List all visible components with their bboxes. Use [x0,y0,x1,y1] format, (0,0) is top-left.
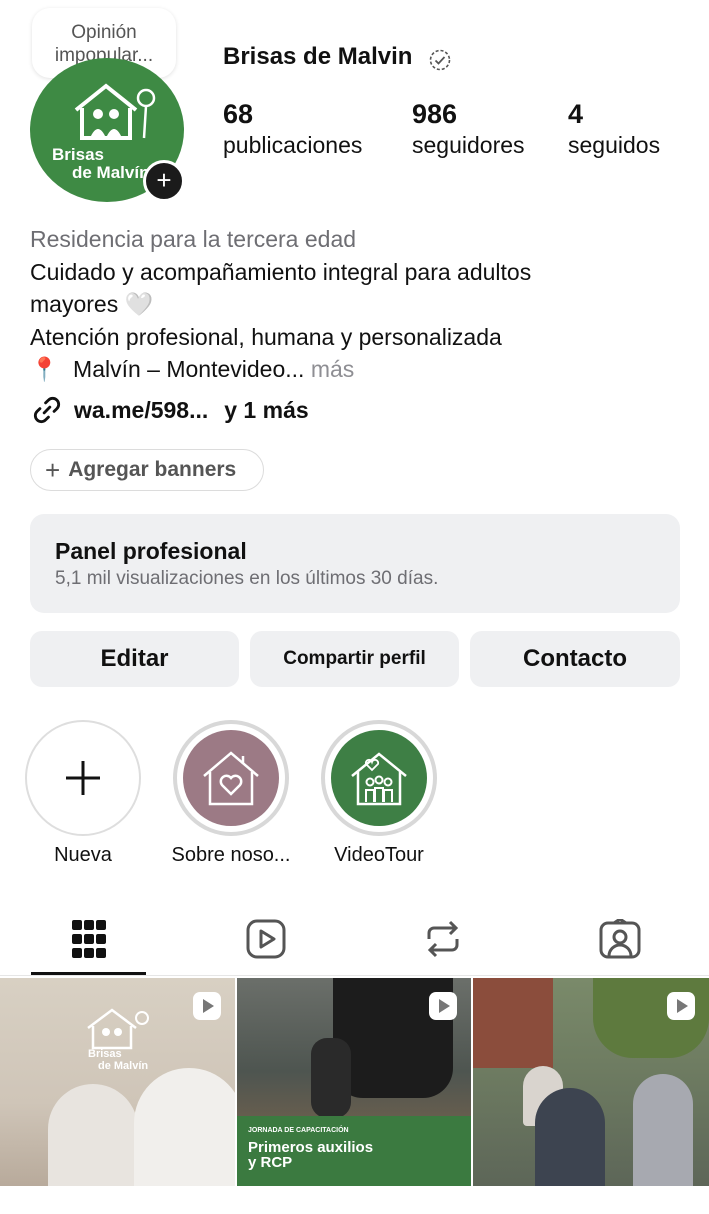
tab-tagged[interactable] [531,914,708,964]
tab-posts-grid[interactable] [0,914,177,964]
person-silhouette [535,1088,605,1186]
verified-badge-icon [429,49,451,71]
panel-title: Panel profesional [55,538,247,564]
contact-button[interactable]: Contacto [470,631,680,687]
professional-dashboard[interactable]: Panel profesional 5,1 mil visualizacione… [30,514,680,613]
highlight-videotour[interactable]: VideoTour [321,720,437,866]
share-profile-button[interactable]: Compartir perfil [250,631,459,687]
stat-following-value: 4 [568,99,584,129]
link-more[interactable]: y 1 más [224,397,308,424]
stat-following[interactable]: 4 seguidos [568,98,660,160]
arm-silhouette [311,1038,351,1118]
reel-indicator-icon [429,992,457,1020]
grid-icon [71,920,106,958]
highlight-new[interactable]: Nueva [25,720,141,866]
plus-icon: + [45,454,61,485]
avatar-brand-text: Brisas de Malvín [52,145,150,182]
link-text[interactable]: wa.me/598... [74,397,208,424]
post-2-title: Primeros auxilios y RCP [248,1139,374,1171]
bio-location: Malvín – Montevideo... [73,356,305,382]
plus-icon: + [156,165,172,195]
avatar-logo-house-icon [74,83,156,140]
bio-line-3: Atención profesional, humana y personali… [30,323,502,350]
link-icon [33,396,61,424]
reposts-icon [427,920,458,958]
post-thumbnail-3[interactable] [473,978,709,1186]
plus-icon [66,761,100,795]
edit-profile-button[interactable]: Editar [30,631,239,687]
person-silhouette [48,1084,138,1186]
stat-posts-label: publicaciones [223,132,363,158]
panel-subtitle: 5,1 mil visualizaciones en los últimos 3… [55,568,439,589]
profile-links[interactable]: wa.me/598... y 1 más [30,394,309,426]
highlight-videotour-label: VideoTour [334,844,424,866]
stat-posts[interactable]: 68 publicaciones [223,98,362,160]
bottom-navigation-bar [0,1186,709,1214]
building-wall [473,978,553,1068]
post-thumbnail-2[interactable]: JORNADA DE CAPACITACIÓN Primeros auxilio… [237,978,471,1186]
house-heart-icon [203,751,259,806]
add-banners-label: Agregar banners [68,458,237,481]
stat-posts-value: 68 [223,99,254,129]
tab-reels[interactable] [177,914,354,964]
person-silhouette [633,1074,693,1186]
post-thumbnail-1[interactable]: Brisas de Malvín [0,978,235,1186]
house-family-icon [351,752,407,806]
stat-followers-value: 986 [412,99,458,129]
profile-username: Brisas de Malvin [223,43,413,70]
stat-following-label: seguidos [568,132,661,158]
bio-line-4: 📍 Malvín – Montevideo... más [30,353,690,386]
brand-logo-icon [87,1008,149,1050]
bio-line-1: Cuidado y acompañamiento integral para a… [30,258,532,285]
profile-bio: Residencia para la tercera edad Cuidado … [30,223,690,386]
highlight-about[interactable]: Sobre noso... [172,720,290,866]
highlight-about-label: Sobre noso... [171,844,291,866]
reels-icon [246,919,285,959]
bio-line-2: mayores 🤍 [30,291,154,317]
tab-reposts[interactable] [354,914,531,964]
add-banners-button[interactable]: + Agregar banners [30,449,264,491]
post-2-kicker: JORNADA DE CAPACITACIÓN [248,1127,349,1134]
stat-followers-label: seguidores [412,132,525,158]
post-2-banner: JORNADA DE CAPACITACIÓN Primeros auxilio… [237,1116,471,1186]
person-silhouette [134,1068,235,1186]
bio-category: Residencia para la tercera edad [30,226,357,252]
tagged-icon [599,919,640,959]
reel-indicator-icon [667,992,695,1020]
post-1-brand: Brisas de Malvín [88,1048,149,1072]
location-pin-icon: 📍 [30,356,59,382]
highlight-new-label: Nueva [54,844,112,866]
reel-indicator-icon [193,992,221,1020]
tab-divider [0,975,709,976]
stat-followers[interactable]: 986 seguidores [412,98,525,160]
bio-more-link[interactable]: más [304,356,354,382]
add-story-button[interactable]: + [143,160,185,202]
